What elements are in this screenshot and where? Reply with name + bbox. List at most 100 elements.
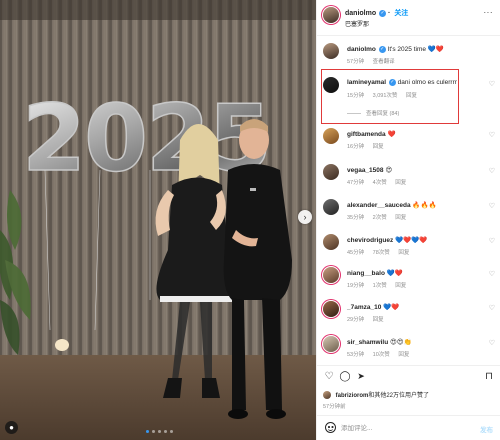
like-heart-icon[interactable]: ♡ (323, 370, 335, 382)
tagged-users-button[interactable]: ● (5, 421, 18, 434)
reply-button[interactable]: 回复 (406, 93, 417, 99)
carousel-dot (158, 430, 161, 433)
comment-input[interactable] (341, 421, 461, 435)
reply-button[interactable]: 回复 (398, 352, 409, 358)
author-username[interactable]: daniolmo (345, 10, 376, 17)
reply-button[interactable]: 回复 (395, 283, 406, 289)
heart-icon[interactable]: ♡ (489, 131, 495, 139)
verified-badge-icon: ✓ (378, 45, 386, 53)
comment-text-line: niang__balo 💙❤️ (347, 269, 403, 277)
commenter-username[interactable]: giftbamenda (347, 131, 386, 138)
share-send-icon[interactable]: ➤ (355, 370, 367, 382)
liked-by-avatar (323, 391, 331, 400)
commenter-avatar[interactable] (323, 199, 339, 215)
author-avatar[interactable] (323, 7, 339, 23)
comments-list[interactable]: daniolmo ✓ It's 2025 time 💙❤️ 57分钟 查看翻译 … (317, 37, 500, 365)
heart-icon[interactable]: ♡ (489, 237, 495, 245)
carousel-dots (146, 430, 173, 433)
heart-icon[interactable]: ♡ (489, 270, 495, 278)
comment-text: dani olmo es culerrrr (397, 79, 457, 87)
comment-emojis: 🔥🔥🔥 (412, 202, 437, 209)
post-location[interactable]: 巴塞罗那 (345, 19, 369, 28)
comment-text-line: _7amza_10 💙❤️ (347, 303, 399, 311)
caption-text: It's 2025 time (387, 46, 426, 53)
comment-text-line: giftbamenda ❤️ (347, 130, 396, 138)
heart-icon[interactable]: ♡ (489, 202, 495, 210)
comment-time: 47分钟 (347, 180, 365, 186)
heart-icon[interactable]: ♡ (489, 80, 495, 88)
comment-likes[interactable]: 10次赞 (373, 352, 390, 358)
next-image-button[interactable]: › (298, 210, 312, 224)
commenter-avatar[interactable] (323, 164, 339, 180)
liked-by-line: fabriziorom和其他22万位用户赞了 (323, 390, 429, 400)
commenter-username[interactable]: _7amza_10 (347, 304, 381, 311)
commenter-username[interactable]: lamineyamal (347, 79, 386, 86)
post-comment-button[interactable]: 发布 (480, 424, 493, 434)
reply-button[interactable]: 回复 (398, 250, 409, 256)
follow-button[interactable]: 关注 (394, 10, 408, 17)
comment-time: 29分钟 (347, 317, 365, 323)
commenter-avatar[interactable] (323, 301, 339, 317)
comment-likes[interactable]: 2次赞 (373, 215, 387, 221)
carousel-dot (164, 430, 167, 433)
caption-meta: 57分钟 查看翻译 (347, 57, 402, 65)
comment-text-line: lamineyamal ✓ dani olmo es culerrrr (347, 79, 457, 86)
reply-button[interactable]: 回复 (395, 215, 406, 221)
comment-text-line: alexander__sauceda 🔥🔥🔥 (347, 201, 437, 209)
post-header: daniolmo ✓ · 关注 巴塞罗那 ··· (317, 0, 500, 36)
reply-button[interactable]: 回复 (373, 317, 384, 323)
save-bookmark-icon[interactable]: ⊓ (483, 370, 495, 382)
comment-likes[interactable]: 4次赞 (373, 180, 387, 186)
liked-by-username[interactable]: fabriziorom (336, 393, 369, 399)
post-details-panel: daniolmo ✓ · 关注 巴塞罗那 ··· daniolmo ✓ It's… (316, 0, 500, 440)
commenter-username[interactable]: chevirodriguez (347, 237, 393, 244)
comment-emojis: 😍😍👏 (390, 339, 412, 346)
carousel-dot (152, 430, 155, 433)
comment-time: 15分钟 (347, 93, 365, 99)
commenter-avatar[interactable] (323, 336, 339, 352)
author-line: daniolmo ✓ · 关注 (345, 9, 409, 17)
post-image[interactable]: 2025 › ● (0, 0, 316, 440)
comment-likes[interactable]: 3,091次赞 (373, 93, 398, 99)
comment-likes[interactable]: 78次赞 (373, 250, 390, 256)
caption-avatar[interactable] (323, 43, 339, 59)
comment-meta: 35分钟 2次赞 回复 (347, 213, 413, 221)
comment-bubble-icon[interactable]: ◯ (339, 370, 351, 382)
comment-emojis: 💙❤️💙❤️ (395, 237, 428, 244)
emoji-smile-icon[interactable] (325, 422, 336, 433)
heart-icon[interactable]: ♡ (489, 339, 495, 347)
verified-badge-icon: ✓ (379, 9, 387, 17)
commenter-avatar[interactable] (323, 128, 339, 144)
verified-badge-icon: ✓ (388, 79, 396, 86)
comment-meta: 53分钟 10次赞 回复 (347, 350, 416, 358)
comment-emojis: 😍 (385, 167, 393, 174)
commenter-username[interactable]: vegaa_1508 (347, 167, 384, 174)
chevron-right-icon: › (303, 212, 307, 222)
caption-time: 57分钟 (347, 59, 365, 65)
commenter-avatar[interactable] (323, 267, 339, 283)
reply-button[interactable]: 回复 (395, 180, 406, 186)
post-timestamp: 57分钟前 (323, 404, 346, 410)
comment-emojis: 💙❤️ (386, 270, 403, 277)
commenter-username[interactable]: alexander__sauceda (347, 202, 411, 209)
commenter-avatar[interactable] (323, 77, 339, 93)
caption-username[interactable]: daniolmo (347, 46, 376, 53)
view-replies-button[interactable]: 查看回复 (84) (347, 109, 399, 117)
commenter-username[interactable]: niang__balo (347, 270, 385, 277)
comment-time: 35分钟 (347, 215, 365, 221)
commenter-username[interactable]: sir_shamwilu (347, 339, 388, 346)
comment-meta: 47分钟 4次赞 回复 (347, 178, 413, 186)
comment-time: 19分钟 (347, 283, 365, 289)
reply-button[interactable]: 回复 (373, 144, 384, 150)
comment-time: 53分钟 (347, 352, 365, 358)
liked-by-text[interactable]: 和其他22万位用户赞了 (368, 393, 429, 399)
comment-likes[interactable]: 1次赞 (373, 283, 387, 289)
comment-meta: 16分钟 回复 (347, 142, 391, 150)
more-options-icon[interactable]: ··· (484, 8, 494, 17)
see-translation-link[interactable]: 查看翻译 (373, 59, 395, 65)
commenter-avatar[interactable] (323, 234, 339, 250)
heart-icon[interactable]: ♡ (489, 167, 495, 175)
heart-icon[interactable]: ♡ (489, 304, 495, 312)
post-photo-illustration: 2025 (0, 0, 316, 440)
comment-meta: 29分钟 回复 (347, 315, 391, 323)
